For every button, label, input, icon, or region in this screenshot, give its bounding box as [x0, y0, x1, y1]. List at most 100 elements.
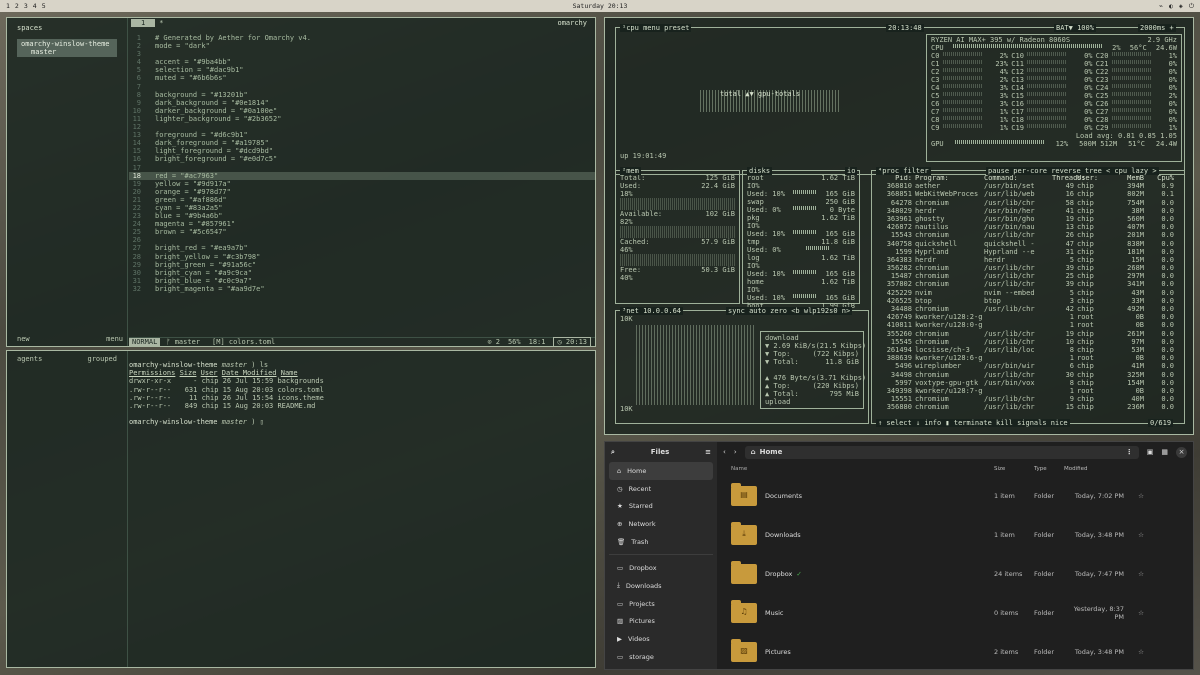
- editor-pane[interactable]: 1 * omarchy 1 # Generated by Aether for O…: [129, 18, 595, 346]
- forward-icon[interactable]: ›: [734, 448, 737, 456]
- star-icon[interactable]: ☆: [1124, 492, 1144, 500]
- terminal-window[interactable]: agents grouped omarchy-winslow-theme mas…: [6, 350, 596, 668]
- path-bar[interactable]: ⌂ Home ⋮: [744, 445, 1139, 459]
- col-name[interactable]: Name: [731, 466, 994, 472]
- sidebar-item-recent[interactable]: ◷ Recent: [609, 480, 713, 498]
- cpu-box-tabs[interactable]: ¹cpu menu preset: [620, 24, 692, 32]
- net-options[interactable]: sync auto zero <b wlp192s0 n>: [726, 307, 853, 315]
- star-icon[interactable]: ☆: [1124, 609, 1144, 617]
- search-icon[interactable]: ⌕: [611, 448, 615, 457]
- code-line: 4 accent = "#9ba4bb": [129, 58, 595, 66]
- process-row[interactable]: 34498 chromium/usr/lib/chr 30 chip 325M 0.0: [874, 371, 1182, 379]
- process-row[interactable]: 426525 btop btop 3 chip 33M 0.0: [874, 297, 1182, 305]
- process-row[interactable]: 425229 nvim nvim --embed 5 chip 43M 0.0: [874, 289, 1182, 297]
- battery-icon[interactable]: ◈: [1179, 2, 1183, 11]
- star-icon[interactable]: ☆: [1124, 531, 1144, 539]
- process-row[interactable]: 15551 chromium/usr/lib/chr 9 chip 40M 0.0: [874, 395, 1182, 403]
- core-row: C9 1% C19 0% C29 1%: [931, 124, 1177, 132]
- process-row[interactable]: 340758 quickshell quickshell -47 chip 838M 0.…: [874, 240, 1182, 248]
- process-row[interactable]: 388639 kworker/u128:6-g 1 root 0B 0.0: [874, 354, 1182, 362]
- process-row[interactable]: 355260 chromium/usr/lib/chr 19 chip 261M 0.0: [874, 330, 1182, 338]
- process-row[interactable]: 349398 kworker/u128:7-g 1 root 0B 0.0: [874, 387, 1182, 395]
- sidebar-item-pictures[interactable]: ▨ Pictures: [609, 613, 713, 631]
- terminal-output[interactable]: omarchy-winslow-theme master ) ls Permis…: [129, 361, 595, 427]
- process-row[interactable]: 15545 chromium/usr/lib/chr 10 chip 97M 0.0: [874, 338, 1182, 346]
- proc-box-title[interactable]: ⁴proc filter: [876, 167, 931, 175]
- line-text: orange = "#978d77": [155, 187, 231, 196]
- process-row[interactable]: 426872 nautilus/usr/bin/nau 13 chip 407M 0.0: [874, 223, 1182, 231]
- process-row[interactable]: 64278 chromium/usr/lib/chr 58 chip 754M 0.0: [874, 199, 1182, 207]
- space-item[interactable]: omarchy-winslow-theme master: [17, 39, 117, 57]
- sidebar-item-downloads[interactable]: ⤓ Downloads: [609, 577, 713, 595]
- tab-1[interactable]: 1: [131, 19, 156, 27]
- file-size: 2 items: [994, 648, 1019, 657]
- file-row[interactable]: ▨ Pictures 2 items Folder Today, 3:48 PM ☆: [717, 633, 1193, 669]
- menu-button[interactable]: menu: [106, 335, 123, 343]
- grouped-toggle[interactable]: grouped: [87, 355, 117, 663]
- process-row[interactable]: 15543 chromium/usr/lib/chr 26 chip 201M 0.0: [874, 231, 1182, 239]
- process-row[interactable]: 1599 Hyprland Hyprland --e 31 chip 181M 0.0: [874, 248, 1182, 256]
- file-row[interactable]: Dropbox ✓ 24 items Folder Today, 7:47 PM ☆: [717, 554, 1193, 593]
- view-grid-icon[interactable]: ▦: [1161, 448, 1168, 456]
- file-name[interactable]: icons.theme: [277, 394, 323, 402]
- file-name[interactable]: README.md: [277, 402, 315, 410]
- volume-icon[interactable]: ◐: [1169, 2, 1173, 11]
- core-pct: 23%: [995, 60, 1008, 68]
- process-row[interactable]: 410811 kworker/u128:0-g 1 root 0B 0.0: [874, 321, 1182, 329]
- core-bar: [1027, 92, 1068, 96]
- file-name[interactable]: colors.toml: [277, 386, 323, 394]
- process-row[interactable]: 368810 aether/usr/bin/set 49 chip 394M 0.9: [874, 182, 1182, 190]
- process-row[interactable]: 15487 chromium/usr/lib/chr 25 chip 297M 0.0: [874, 272, 1182, 280]
- star-icon[interactable]: ☆: [1124, 570, 1144, 578]
- clock[interactable]: Saturday 20:13: [0, 2, 1200, 10]
- file-row[interactable]: ⤓ Downloads 1 item Folder Today, 3:48 PM ☆: [717, 515, 1193, 554]
- workspace-4[interactable]: 4: [33, 2, 37, 10]
- update-interval[interactable]: 2000ms +: [1138, 24, 1176, 32]
- workspace-5[interactable]: 5: [42, 2, 46, 10]
- process-row[interactable]: 5496 wireplumber/usr/bin/wir 6 chip 41M 0.0: [874, 362, 1182, 370]
- process-row[interactable]: 356282 chromium/usr/lib/chr 39 chip 268M 0.0: [874, 264, 1182, 272]
- col-type[interactable]: Type: [1034, 466, 1064, 472]
- close-icon[interactable]: ×: [1176, 446, 1187, 458]
- process-row[interactable]: 356880 chromium/usr/lib/chr 15 chip 236M 0.0: [874, 403, 1182, 411]
- back-icon[interactable]: ‹: [723, 448, 726, 456]
- proc-options[interactable]: pause per-core reverse tree < cpu lazy >: [986, 167, 1159, 175]
- file-row[interactable]: ▤ Documents 1 item Folder Today, 7:02 PM ☆: [717, 476, 1193, 515]
- process-row[interactable]: 364383 herdr herdr 5 chip 15M 0.0: [874, 256, 1182, 264]
- btop-window[interactable]: ¹cpu menu preset 20:13:48 BAT▼ 100% 2000…: [604, 17, 1194, 435]
- more-icon[interactable]: ⋮: [1126, 448, 1133, 456]
- process-row[interactable]: 34488 chromium/usr/lib/chr 42 chip 492M 0.0: [874, 305, 1182, 313]
- file-type: Folder: [1034, 648, 1055, 657]
- sidebar-item-storage[interactable]: ▭ storage: [609, 648, 713, 666]
- process-row[interactable]: 357802 chromium/usr/lib/chr 39 chip 341M 0.0: [874, 280, 1182, 288]
- process-row[interactable]: 426749 kworker/u128:2-g 1 root 0B 0.0: [874, 313, 1182, 321]
- process-row[interactable]: 363961 ghostty/usr/bin/gho 19 chip 560M 0.0: [874, 215, 1182, 223]
- sidebar-item-dropbox[interactable]: ▭ Dropbox: [609, 559, 713, 577]
- new-space-button[interactable]: new: [17, 335, 30, 343]
- new-folder-icon[interactable]: ▣: [1147, 448, 1154, 456]
- network-icon[interactable]: ⌁: [1159, 2, 1163, 11]
- sidebar-item-projects[interactable]: ▭ Projects: [609, 595, 713, 613]
- workspace-2[interactable]: 2: [15, 2, 19, 10]
- process-row[interactable]: 261494 locsisse/ch-3/usr/lib/loc 8 chip 53M 0…: [874, 346, 1182, 354]
- workspace-3[interactable]: 3: [24, 2, 28, 10]
- file-name[interactable]: backgrounds: [277, 377, 323, 385]
- col-size[interactable]: Size: [994, 466, 1034, 472]
- file-row[interactable]: ♫ Music 0 items Folder Yesterday, 8:37 PM ☆: [717, 594, 1193, 633]
- sidebar-item-videos[interactable]: ▶ Videos: [609, 630, 713, 648]
- workspace-1[interactable]: 1: [6, 2, 10, 10]
- star-icon[interactable]: ☆: [1124, 648, 1144, 656]
- proc-footer[interactable]: ↑ select ↓ info ▮ terminate kill signals…: [876, 419, 1070, 427]
- col-modified[interactable]: Modified: [1064, 466, 1124, 472]
- menu-icon[interactable]: ≡: [705, 448, 711, 456]
- sidebar-item-trash[interactable]: 🗑 Trash: [609, 533, 713, 551]
- code-lines[interactable]: 1 # Generated by Aether for Omarchy v4. 2 m…: [129, 34, 595, 293]
- process-row[interactable]: 368851 WebKitWebProces/usr/lib/web 16 chip 8…: [874, 190, 1182, 198]
- process-row[interactable]: 348029 herdr/usr/bin/her 41 chip 38M 0.0: [874, 207, 1182, 215]
- sidebar-item-home[interactable]: ⌂ Home: [609, 462, 713, 480]
- power-icon[interactable]: ⏻: [1189, 2, 1194, 11]
- io-toggle[interactable]: io: [845, 167, 858, 175]
- process-row[interactable]: 5997 voxtype-gpu-gtk/usr/bin/vox 8 chip 154M…: [874, 379, 1182, 387]
- sidebar-item-starred[interactable]: ★ Starred: [609, 497, 713, 515]
- sidebar-item-network[interactable]: ⊕ Network: [609, 515, 713, 533]
